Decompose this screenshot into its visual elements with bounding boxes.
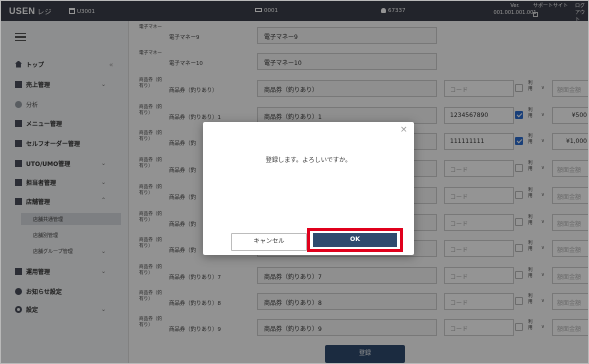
close-icon[interactable]: × [400,125,408,135]
app-window: USEN レジ U3001 0001 67337 Ver. 001.001.001.… [0,0,589,364]
confirm-dialog: × 登録します。よろしいですか。 キャンセル OK [203,122,414,255]
cancel-button[interactable]: キャンセル [231,233,307,251]
ok-button[interactable]: OK [313,233,397,247]
ok-button-highlight: OK [307,228,403,252]
dialog-message: 登録します。よろしいですか。 [265,157,352,164]
